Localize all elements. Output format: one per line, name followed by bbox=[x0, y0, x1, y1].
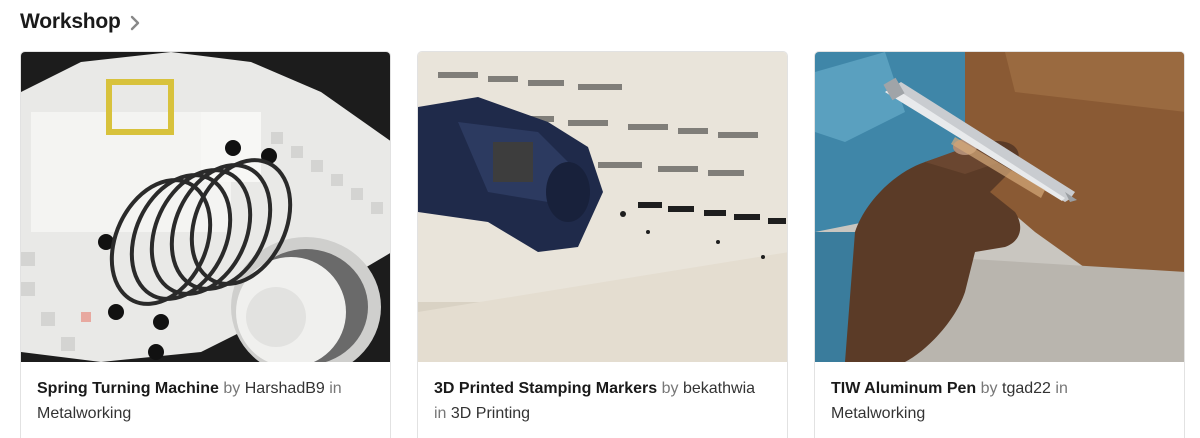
project-thumbnail-spring-machine[interactable] bbox=[21, 52, 390, 362]
in-label: in bbox=[1055, 380, 1068, 397]
project-card[interactable]: TIW Aluminum Pen by tgad22 in Metalworki… bbox=[814, 51, 1185, 438]
project-card[interactable]: 3D Printed Stamping Markers by bekathwia… bbox=[417, 51, 788, 438]
section-title: Workshop bbox=[20, 10, 121, 33]
project-author[interactable]: tgad22 bbox=[1002, 380, 1051, 397]
project-card[interactable]: Spring Turning Machine by HarshadB9 in M… bbox=[20, 51, 391, 438]
project-title[interactable]: 3D Printed Stamping Markers bbox=[434, 380, 657, 397]
project-author[interactable]: HarshadB9 bbox=[245, 380, 325, 397]
project-author[interactable]: bekathwia bbox=[683, 380, 755, 397]
project-caption: TIW Aluminum Pen by tgad22 in Metalworki… bbox=[815, 362, 1184, 426]
section-header-link[interactable]: Workshop bbox=[20, 10, 141, 34]
project-title[interactable]: TIW Aluminum Pen bbox=[831, 380, 976, 397]
project-thumbnail-stamping-markers[interactable] bbox=[418, 52, 787, 362]
workshop-section: Workshop Spring Turning Machine by Harsh… bbox=[0, 0, 1200, 438]
project-category[interactable]: 3D Printing bbox=[451, 405, 530, 422]
by-label: by bbox=[661, 380, 679, 397]
card-list: Spring Turning Machine by HarshadB9 in M… bbox=[20, 51, 1185, 438]
in-label: in bbox=[434, 405, 447, 422]
by-label: by bbox=[223, 380, 241, 397]
project-category[interactable]: Metalworking bbox=[37, 405, 131, 422]
project-caption: 3D Printed Stamping Markers by bekathwia… bbox=[418, 362, 787, 426]
project-category[interactable]: Metalworking bbox=[831, 405, 925, 422]
in-label: in bbox=[329, 380, 342, 397]
project-title[interactable]: Spring Turning Machine bbox=[37, 380, 219, 397]
chevron-right-icon bbox=[129, 15, 141, 31]
project-caption: Spring Turning Machine by HarshadB9 in M… bbox=[21, 362, 390, 426]
by-label: by bbox=[980, 380, 998, 397]
project-thumbnail-aluminum-pen[interactable] bbox=[815, 52, 1184, 362]
